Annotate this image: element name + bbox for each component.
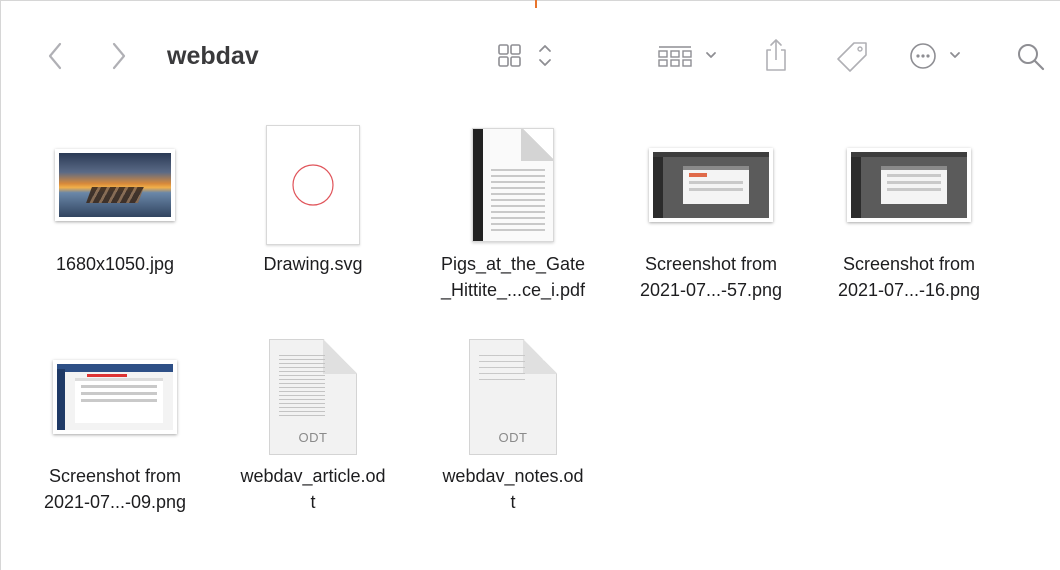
file-item-screenshot-16[interactable]: Screenshot from 2021-07...-16.png: [809, 121, 1009, 303]
group-by-button[interactable]: [655, 39, 723, 73]
file-thumbnail: [611, 121, 811, 249]
chevron-left-icon: [48, 42, 62, 70]
icon-grid-view-icon: [498, 44, 551, 67]
toolbar: webdav: [1, 1, 1060, 101]
file-name: Pigs_at_the_Gate _Hittite_...ce_i.pdf: [440, 254, 586, 300]
odt-document-icon: ODT: [469, 339, 557, 455]
odt-document-icon: ODT: [269, 339, 357, 455]
pdf-thumbnail: [472, 128, 554, 242]
file-name: Drawing.svg: [263, 254, 363, 274]
share-button[interactable]: [761, 35, 791, 75]
tag-icon: [837, 42, 867, 72]
file-thumbnail: [809, 121, 1009, 249]
back-button[interactable]: [41, 39, 69, 73]
file-name: webdav_article.od t: [240, 466, 386, 512]
screenshot-thumbnail: [649, 148, 773, 222]
file-item-1680x1050-jpg[interactable]: 1680x1050.jpg: [15, 121, 215, 277]
file-type-badge: ODT: [498, 430, 528, 445]
file-item-screenshot-57[interactable]: Screenshot from 2021-07...-57.png: [611, 121, 811, 303]
tag-button[interactable]: [834, 39, 870, 75]
file-thumbnail: [15, 121, 215, 249]
svg-thumbnail: [266, 125, 360, 245]
magnifier-icon: [1018, 44, 1045, 71]
view-mode-button[interactable]: [495, 39, 559, 73]
file-thumbnail: ODT: [213, 333, 413, 461]
file-name: 1680x1050.jpg: [55, 254, 175, 274]
folder-title: webdav: [167, 42, 259, 70]
file-item-drawing-svg[interactable]: Drawing.svg: [213, 121, 413, 277]
more-actions-button[interactable]: [907, 39, 977, 73]
share-icon: [766, 39, 786, 71]
file-name: Screenshot from 2021-07...-16.png: [837, 254, 981, 300]
ellipsis-circle-icon: [910, 43, 960, 69]
finder-window: webdav 1680x1050.jpg Drawing.svg Pigs_at…: [0, 0, 1060, 570]
file-thumbnail: [213, 121, 413, 249]
file-name: Screenshot from 2021-07...-57.png: [639, 254, 783, 300]
file-item-webdav-notes-odt[interactable]: ODT webdav_notes.od t: [413, 333, 613, 515]
file-thumbnail: [413, 121, 613, 249]
screenshot-thumbnail: [53, 360, 177, 434]
file-thumbnail: [15, 333, 215, 461]
file-item-screenshot-09[interactable]: Screenshot from 2021-07...-09.png: [15, 333, 215, 515]
file-item-webdav-article-odt[interactable]: ODT webdav_article.od t: [213, 333, 413, 515]
file-name: webdav_notes.od t: [442, 466, 584, 512]
file-thumbnail: ODT: [413, 333, 613, 461]
file-item-pigs-pdf[interactable]: Pigs_at_the_Gate _Hittite_...ce_i.pdf: [413, 121, 613, 303]
search-button[interactable]: [1013, 39, 1049, 75]
forward-button[interactable]: [105, 39, 133, 73]
chevron-right-icon: [112, 42, 126, 70]
photo-thumbnail: [55, 149, 175, 221]
screenshot-thumbnail: [847, 148, 971, 222]
file-type-badge: ODT: [298, 430, 328, 445]
group-by-icon: [658, 46, 716, 67]
file-name: Screenshot from 2021-07...-09.png: [43, 466, 187, 512]
